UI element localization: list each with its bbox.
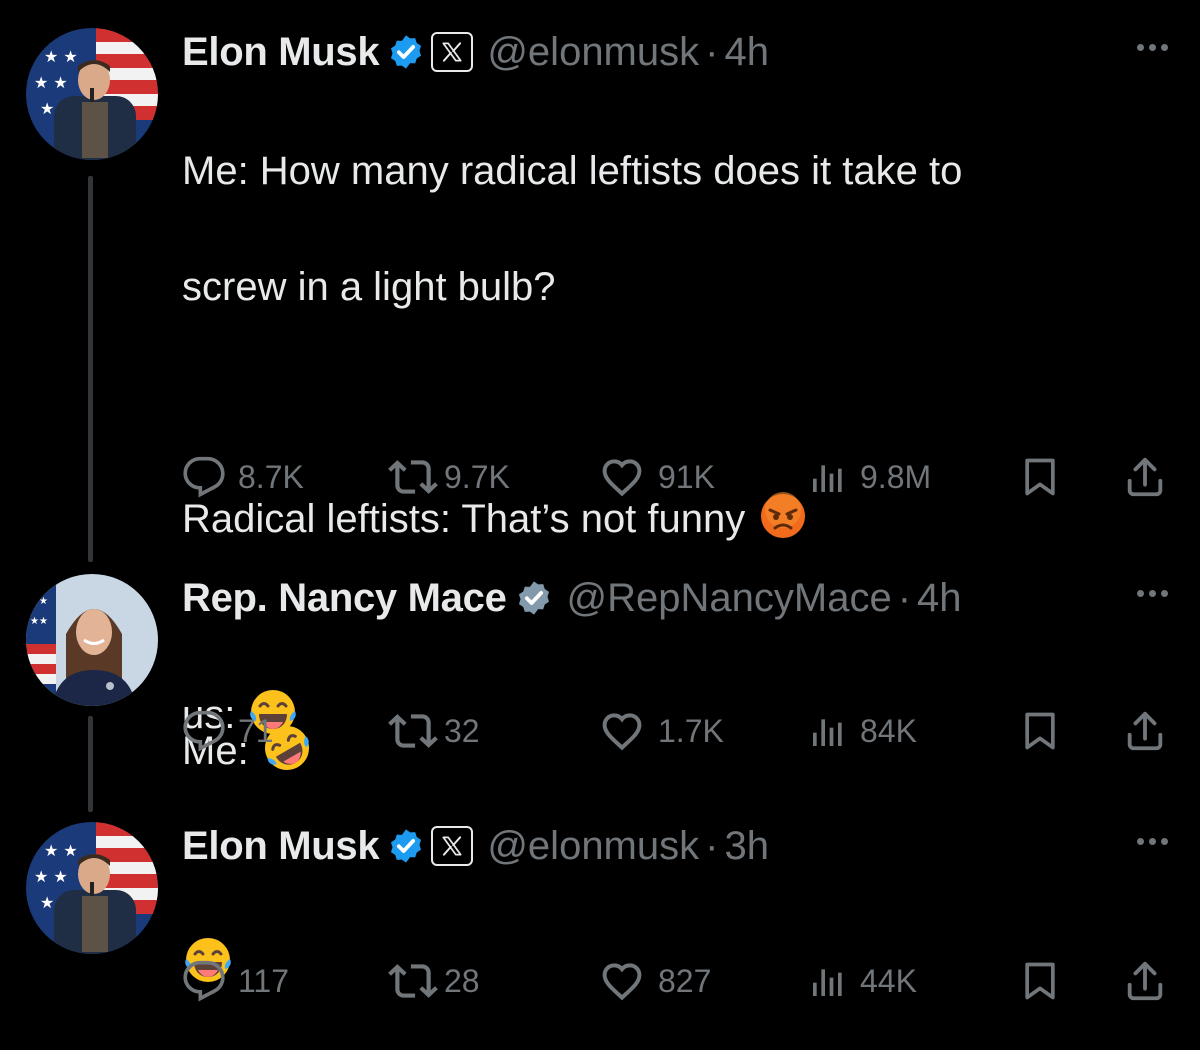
repost-icon (388, 956, 438, 1006)
view-count: 84K (860, 712, 917, 749)
svg-text:★: ★ (40, 99, 54, 118)
bookmark-button[interactable] (1018, 956, 1062, 1006)
views-icon (808, 711, 848, 751)
like-button[interactable]: 827 (598, 956, 711, 1006)
reply-button[interactable]: 117 (182, 956, 289, 1006)
text-line: screw in a light bulb? (182, 265, 556, 309)
x-affiliation-icon[interactable] (431, 32, 474, 72)
share-icon (1122, 958, 1168, 1004)
heart-icon (598, 957, 646, 1005)
views-button[interactable]: 9.8M (808, 452, 931, 502)
timestamp[interactable]: 4h (917, 576, 962, 621)
thread-line (88, 716, 93, 812)
repost-icon (388, 706, 438, 756)
thread-line (88, 176, 93, 562)
like-button[interactable]: 91K (598, 452, 715, 502)
separator-dot: · (705, 29, 719, 74)
like-count: 1.7K (658, 712, 724, 749)
svg-text:★ ★: ★ ★ (44, 841, 78, 860)
tweet-header: Elon Musk @elonmusk · 3h (182, 822, 769, 870)
heart-icon (598, 707, 646, 755)
author-name[interactable]: Rep. Nancy Mace (182, 576, 507, 621)
views-button[interactable]: 44K (808, 956, 917, 1006)
repost-icon (388, 452, 438, 502)
svg-text:★ ★: ★ ★ (44, 47, 78, 66)
svg-text:★★: ★★ (30, 616, 48, 627)
svg-text:★: ★ (40, 893, 54, 912)
repost-count: 28 (444, 962, 480, 999)
bookmark-button[interactable] (1018, 706, 1062, 756)
author-handle[interactable]: @RepNancyMace (567, 576, 892, 621)
verified-badge-icon[interactable] (387, 827, 425, 865)
views-icon (808, 457, 848, 497)
tweet-actions: 117 28 827 44K (182, 956, 1172, 1006)
repost-button[interactable]: 9.7K (388, 452, 510, 502)
bookmark-icon (1018, 959, 1062, 1003)
share-button[interactable] (1122, 956, 1168, 1006)
verified-badge-icon[interactable] (387, 33, 425, 71)
separator-dot: · (897, 575, 912, 620)
reply-button[interactable]: 8.7K (182, 452, 304, 502)
tweet-actions: 8.7K 9.7K 91K 9.8M (182, 452, 1172, 502)
reply-button[interactable]: 71 (182, 706, 274, 756)
x-affiliation-icon[interactable] (431, 826, 474, 866)
repost-count: 32 (444, 712, 480, 749)
like-count: 91K (658, 458, 715, 495)
more-options-icon[interactable] (1137, 838, 1168, 845)
share-button[interactable] (1122, 452, 1168, 502)
share-button[interactable] (1122, 706, 1168, 756)
timestamp[interactable]: 4h (724, 30, 769, 75)
reply-count: 8.7K (238, 458, 304, 495)
bookmark-icon (1018, 709, 1062, 753)
reply-icon (182, 709, 226, 753)
like-button[interactable]: 1.7K (598, 706, 724, 756)
repost-count: 9.7K (444, 458, 510, 495)
view-count: 44K (860, 962, 917, 999)
bookmark-icon (1018, 455, 1062, 499)
author-handle[interactable]: @elonmusk (487, 30, 699, 75)
reply-icon (182, 455, 226, 499)
tweet-header: Elon Musk @elonmusk · 4h (182, 28, 769, 76)
elon-musk-avatar[interactable]: ★ ★ ★ ★ ★ (26, 28, 158, 160)
text-line: Me: How many radical leftists does it ta… (182, 149, 963, 193)
views-button[interactable]: 84K (808, 706, 917, 756)
more-options-icon[interactable] (1137, 590, 1168, 597)
svg-text:★★: ★★ (30, 596, 48, 607)
nancy-mace-avatar[interactable]: ★★ ★★ (26, 574, 158, 706)
repost-button[interactable]: 28 (388, 956, 480, 1006)
share-icon (1122, 708, 1168, 754)
bookmark-button[interactable] (1018, 452, 1062, 502)
verified-badge-icon[interactable] (515, 579, 553, 617)
reply-count: 117 (238, 962, 290, 999)
svg-text:★ ★: ★ ★ (34, 73, 68, 92)
reply-icon (182, 959, 226, 1003)
repost-button[interactable]: 32 (388, 706, 480, 756)
author-handle[interactable]: @elonmusk (487, 824, 699, 869)
tweet-actions: 71 32 1.7K 84K (182, 706, 1172, 756)
view-count: 9.8M (860, 458, 932, 495)
like-count: 827 (658, 962, 712, 999)
elon-musk-avatar[interactable]: ★ ★ ★ ★ ★ (26, 822, 158, 954)
heart-icon (598, 453, 646, 501)
reply-count: 71 (238, 712, 274, 749)
svg-text:★ ★: ★ ★ (34, 867, 68, 886)
separator-dot: · (705, 823, 719, 868)
author-name[interactable]: Elon Musk (182, 824, 380, 869)
share-icon (1122, 454, 1168, 500)
timestamp[interactable]: 3h (724, 824, 769, 869)
tweet-header: Rep. Nancy Mace @RepNancyMace · 4h (182, 574, 962, 622)
views-icon (808, 961, 848, 1001)
more-options-icon[interactable] (1137, 44, 1168, 51)
author-name[interactable]: Elon Musk (182, 30, 380, 75)
